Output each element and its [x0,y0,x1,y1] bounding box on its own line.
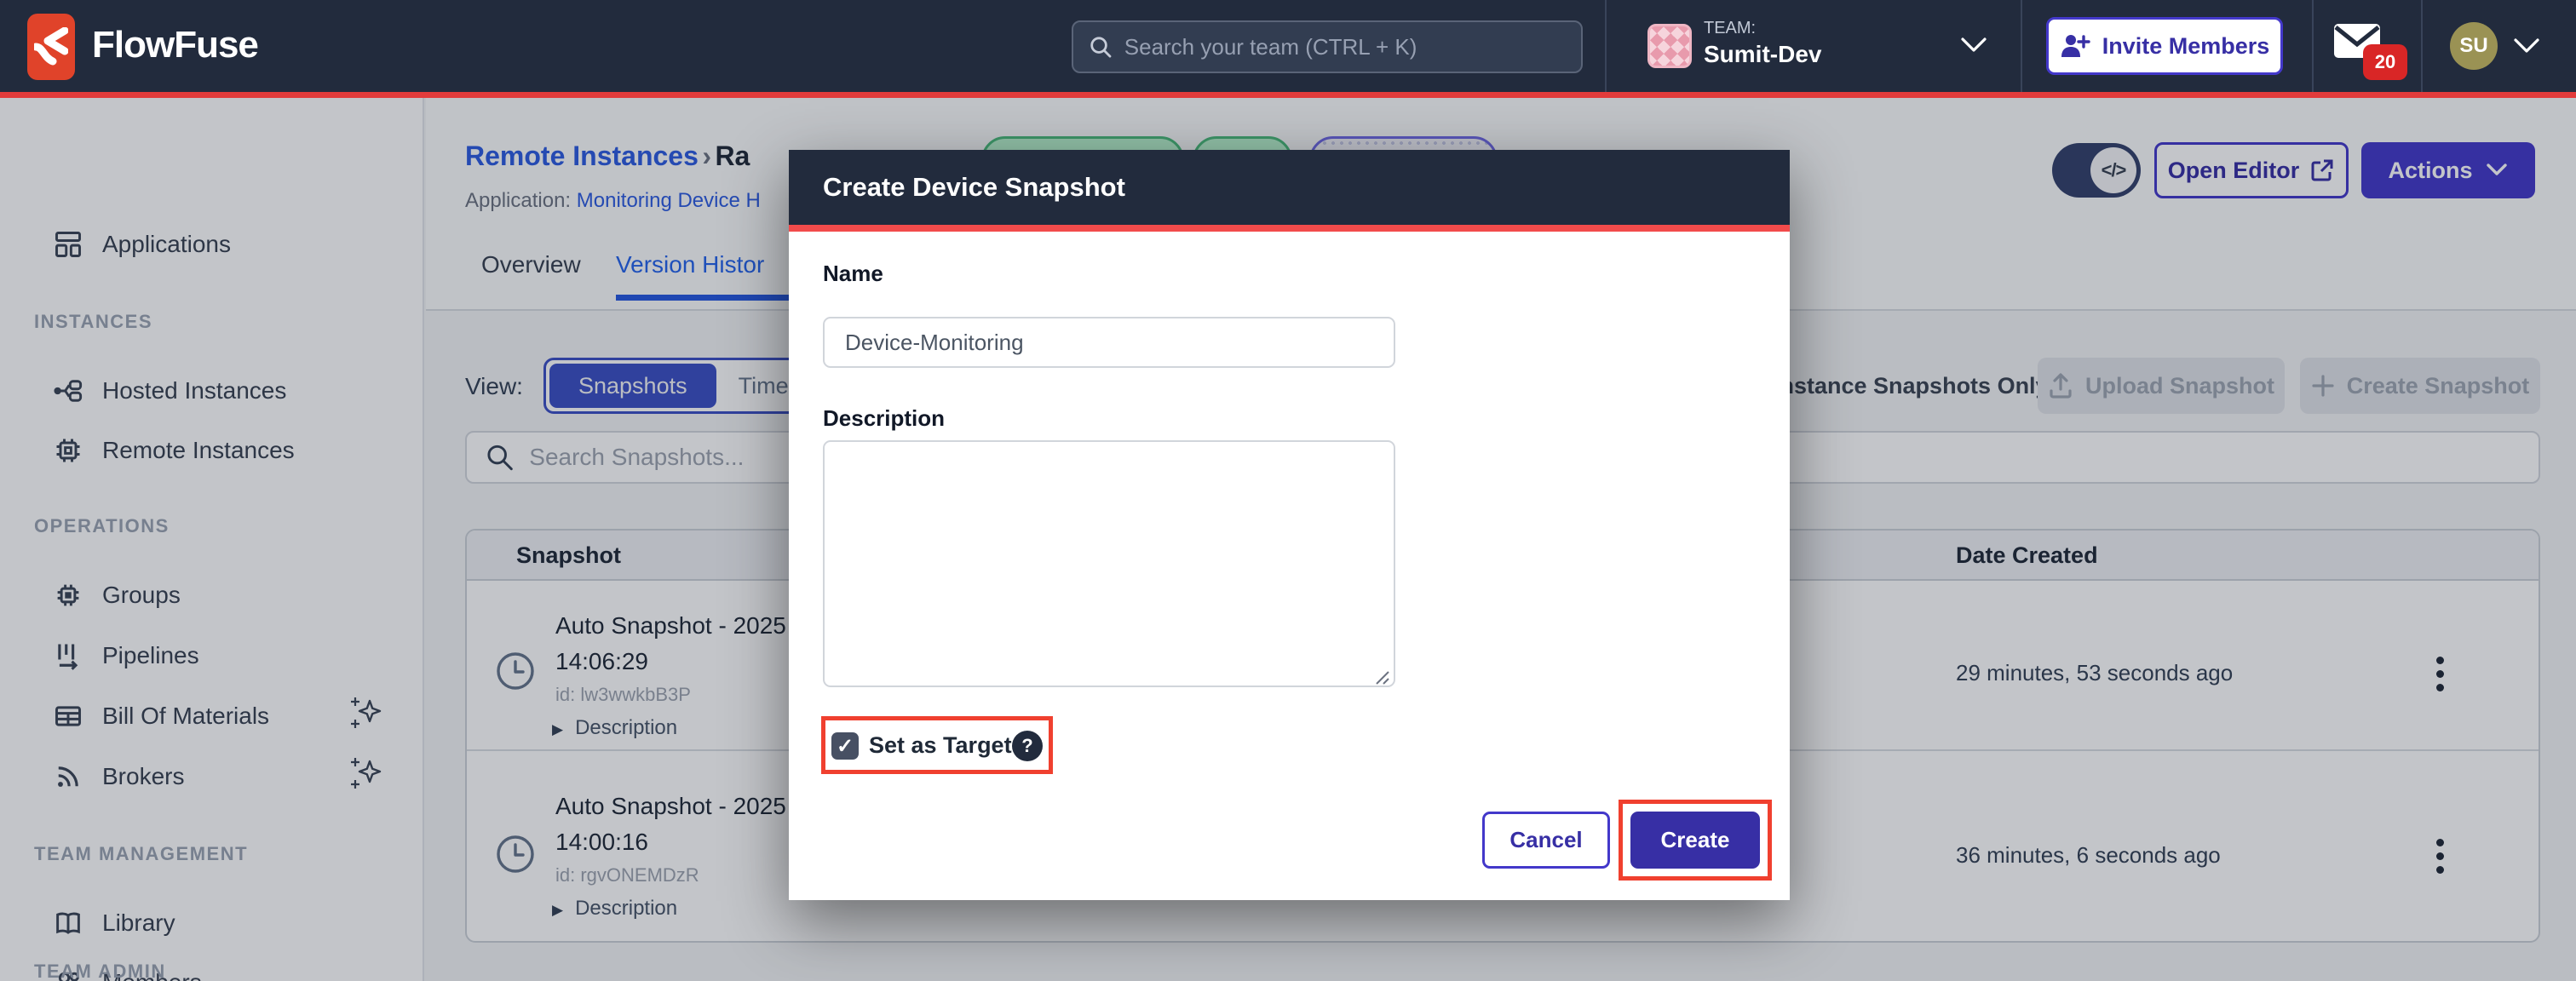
team-search-input[interactable] [1124,34,1566,60]
team-name: Sumit-Dev [1704,41,1821,68]
invite-members-button[interactable]: Invite Members [2046,17,2283,75]
help-icon[interactable]: ? [1012,731,1043,761]
user-plus-icon [2060,33,2090,59]
cancel-button[interactable]: Cancel [1482,812,1610,869]
description-textarea[interactable] [823,440,1395,687]
navbar-accent-line [0,92,2576,98]
notification-count-badge: 20 [2363,44,2407,80]
team-chevron-down-icon[interactable] [1958,34,1990,56]
modal-title: Create Device Snapshot [823,172,1125,203]
name-input[interactable] [823,317,1395,368]
set-as-target-checkbox[interactable]: ✓ [831,732,859,760]
name-label: Name [823,261,883,287]
team-label: TEAM: [1704,19,1756,38]
description-label: Description [823,405,945,432]
checkbox-check-icon: ✓ [837,734,854,759]
brand-wordmark: FlowFuse [92,24,258,66]
navbar-divider [2421,0,2423,92]
create-button[interactable]: Create [1630,812,1760,869]
invite-members-label: Invite Members [2102,33,2270,60]
navbar-divider [2021,0,2022,92]
team-search-box[interactable] [1072,20,1583,73]
set-as-target-label: Set as Target [869,732,1012,759]
flowfuse-app: FlowFuse TEAM: Sumit-Dev Invite Members [0,0,2576,981]
top-navbar: FlowFuse TEAM: Sumit-Dev Invite Members [0,0,2576,92]
create-device-snapshot-modal: Create Device Snapshot Name Description … [789,150,1790,900]
navbar-divider [1605,0,1607,92]
user-chevron-down-icon[interactable] [2511,36,2542,56]
flowfuse-logo-icon[interactable] [27,14,75,80]
search-icon [1089,34,1113,60]
modal-header: Create Device Snapshot [789,150,1790,225]
modal-accent-line [789,225,1790,232]
user-avatar[interactable]: SU [2450,22,2498,70]
fork-logo-glyph [34,27,68,66]
navbar-divider [2312,0,2314,92]
team-avatar[interactable] [1647,24,1692,68]
resize-handle-icon[interactable] [1371,667,1390,686]
